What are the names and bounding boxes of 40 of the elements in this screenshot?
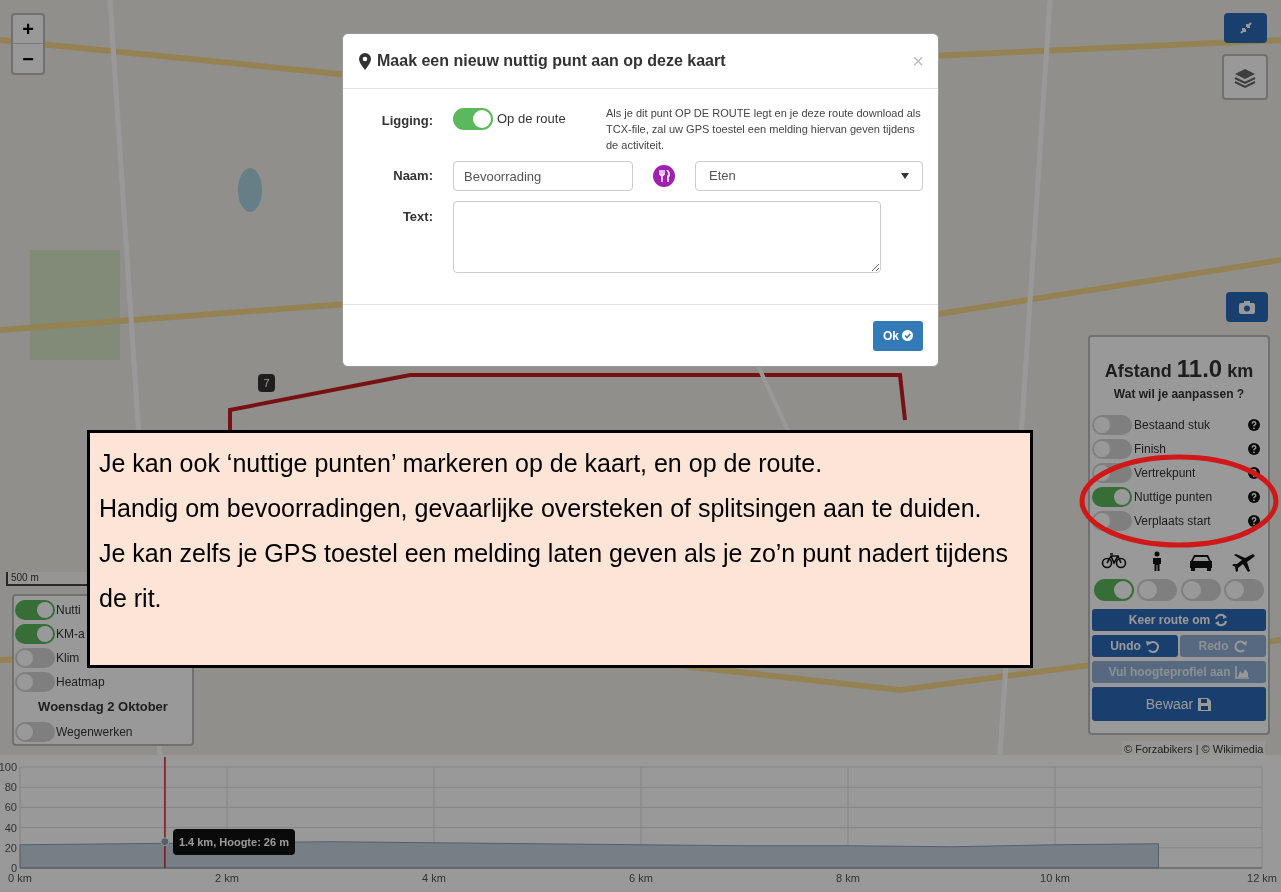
layer-label: KM-a: [56, 626, 85, 643]
axis-tick-label: 0 km: [8, 872, 32, 884]
distance-value: 11.0: [1176, 354, 1223, 384]
field-label: Naam:: [392, 167, 433, 186]
distance-unit: km: [1227, 360, 1254, 383]
distance-label: Afstand: [1104, 360, 1172, 383]
question-text: Wat wil je aanpassen ?: [1112, 386, 1246, 403]
dialog-title: Maak een nieuw nuttig punt aan op deze kaart: [377, 51, 727, 71]
axis-tick-label: 80: [4, 781, 17, 794]
layer-label: Heatmap: [56, 674, 105, 691]
option-label: Vertrekpunt: [1134, 465, 1197, 482]
axis-tick-label: 60: [4, 801, 17, 814]
date-heading: Woensdag 2 Oktober: [37, 698, 169, 716]
chart-tooltip: 1.4 km, Hoogte: 26 m: [172, 828, 295, 855]
toggle-label: Op de route: [497, 110, 567, 128]
layer-label: Klim: [56, 650, 80, 667]
attribution-text: © Forzabikers | © Wikimedia: [1122, 741, 1266, 755]
axis-tick-label: 2 km: [215, 872, 239, 884]
axis-tick-label: 20: [4, 841, 17, 854]
axis-tick-label: 10 km: [1040, 872, 1070, 884]
axis-tick-label: 40: [4, 821, 17, 834]
option-label: Nuttige punten: [1134, 489, 1214, 506]
axis-tick-label: 0: [10, 862, 17, 874]
axis-tick-label: 4 km: [422, 872, 446, 884]
annotation-text: Je kan ook ‘nuttige punten’ markeren op de kaart, en op de route.: [99, 448, 824, 479]
route-marker: 7: [258, 374, 275, 392]
annotation-text: Je kan zelfs je GPS toestel een melding laten geven als je zo’n punt nadert tijdens de rit.: [99, 538, 1009, 614]
axis-tick-label: 8 km: [836, 872, 860, 884]
axis-tick-label: 12 km: [1247, 872, 1277, 884]
layer-label: Nutti: [56, 602, 81, 619]
axis-tick-label: 6 km: [629, 872, 653, 884]
layer-label: Wegenwerken: [56, 724, 133, 741]
field-label: Ligging:: [380, 112, 433, 130]
option-label: Finish: [1134, 441, 1167, 458]
option-label: Bestaand stuk: [1134, 417, 1212, 434]
field-label: Text:: [401, 208, 433, 226]
axis-tick-label: 100: [0, 761, 17, 773]
help-text: Als je dit punt OP DE ROUTE legt en je deze route download als TCX-file, zal uw GPS toestel een melding hiervan geven tijdens de activiteit.: [606, 106, 922, 153]
option-label: Verplaats start: [1134, 513, 1212, 530]
annotation-text: Handig om bevoorradingen, gevaarlijke oversteken of splitsingen aan te duiden.: [99, 493, 983, 524]
